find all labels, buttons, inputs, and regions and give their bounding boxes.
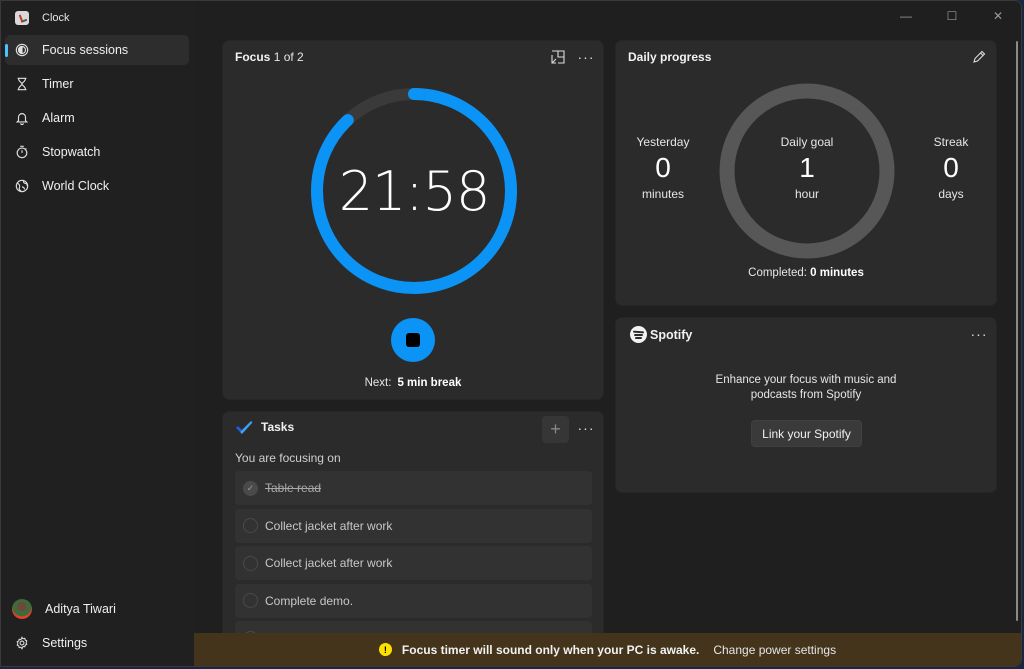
focus-more-button[interactable]: ··· [575, 46, 597, 68]
sidebar-item-label: Stopwatch [42, 145, 101, 159]
tasks-more-button[interactable]: ··· [575, 417, 597, 439]
task-checkbox[interactable] [243, 555, 258, 571]
completed-value: 0 minutes [810, 267, 864, 279]
sidebar-item-label: Alarm [42, 111, 75, 125]
link-spotify-button[interactable]: Link your Spotify [751, 420, 862, 447]
task-item[interactable]: ✓ Table read [235, 471, 592, 505]
compact-overlay-icon [551, 50, 565, 64]
user-name: Aditya Tiwari [45, 602, 116, 616]
task-text: Complete demo. [265, 593, 354, 608]
user-account[interactable]: Aditya Tiwari [5, 594, 189, 624]
stop-icon [406, 333, 420, 347]
daily-progress-title: Daily progress [628, 50, 712, 64]
task-checkbox[interactable] [243, 593, 258, 608]
focusing-on-label: You are focusing on [235, 451, 341, 465]
time-remaining: 21:58 [338, 159, 491, 223]
scrollbar[interactable] [1016, 41, 1018, 621]
focus-title-bold: Focus [235, 50, 271, 64]
sidebar-item-label: Focus sessions [42, 43, 129, 57]
task-item[interactable]: Complete demo. [235, 583, 592, 618]
edit-goal-button[interactable] [968, 46, 990, 68]
main-content: — ☐ ✕ Focus 1 of 2 ··· 21:58 Next: 5 min… [194, 1, 1021, 666]
spotify-more-button[interactable]: ··· [968, 323, 990, 345]
task-text: Table read [265, 481, 322, 495]
change-power-settings-link[interactable]: Change power settings [713, 643, 836, 657]
sidebar-item-settings[interactable]: Settings [5, 628, 189, 658]
banner-message: Focus timer will sound only when your PC… [401, 642, 700, 657]
spotify-message: Enhance your focus with music and podcas… [616, 373, 996, 403]
pencil-icon [973, 50, 986, 63]
task-item[interactable]: Collect jacket after work [235, 546, 592, 580]
task-checked-icon[interactable]: ✓ [243, 480, 258, 496]
window-controls: — ☐ ✕ [883, 1, 1021, 31]
sidebar-item-label: World Clock [42, 179, 110, 193]
sidebar-footer: Aditya Tiwari Settings [5, 594, 189, 662]
focus-title: Focus 1 of 2 [235, 50, 304, 64]
yesterday-value: 0 [655, 152, 671, 183]
next-session-info: Next: 5 min break [223, 377, 603, 389]
focus-timer-card: Focus 1 of 2 ··· 21:58 Next: 5 min break [222, 40, 604, 400]
daily-goal-label: Daily goal [780, 135, 834, 149]
daily-progress-card: Daily progress Yesterday 0 minutes Daily… [615, 40, 997, 306]
sidebar-item-timer[interactable]: Timer [5, 69, 189, 99]
streak-unit: days [938, 187, 964, 201]
hourglass-icon [15, 77, 29, 91]
sidebar-item-label: Timer [42, 77, 74, 91]
tasks-header: Tasks [235, 420, 294, 434]
power-warning-banner: ! Focus timer will sound only when your … [194, 633, 1021, 666]
app-title: Clock [42, 12, 70, 24]
tasks-card: Tasks + ··· You are focusing on ✓ Table r… [222, 411, 604, 666]
streak-stat: Streak 0 days [906, 135, 996, 201]
avatar [12, 599, 32, 619]
streak-value: 0 [943, 152, 959, 183]
clock-window: Clock Focus sessions Timer Alarm Stopwat… [0, 0, 1022, 667]
add-task-button[interactable]: + [542, 416, 569, 443]
spotify-brand: Spotify [630, 326, 692, 343]
sidebar: Clock Focus sessions Timer Alarm Stopwat… [1, 1, 194, 666]
compact-overlay-button[interactable] [547, 46, 569, 68]
sidebar-item-stopwatch[interactable]: Stopwatch [5, 137, 189, 167]
daily-goal-value: 1 [799, 152, 815, 183]
app-title-bar: Clock [15, 10, 70, 26]
task-text: Collect jacket after work [265, 518, 393, 533]
daily-goal-unit: hour [794, 187, 820, 201]
task-list: ✓ Table read Collect jacket after work Coll… [235, 471, 592, 659]
task-checkbox[interactable] [243, 518, 258, 533]
next-value: 5 min break [397, 377, 462, 389]
tasks-title: Tasks [261, 420, 295, 434]
spotify-message-line: Enhance your focus with music and [715, 374, 897, 386]
bell-icon [15, 111, 29, 125]
gear-icon [15, 636, 29, 650]
streak-label: Streak [933, 135, 969, 149]
globe-icon [15, 179, 29, 193]
settings-label: Settings [42, 636, 88, 650]
next-label: Next: [364, 377, 392, 389]
warning-icon: ! [378, 643, 392, 656]
sidebar-item-focus-sessions[interactable]: Focus sessions [5, 35, 189, 65]
sidebar-nav: Focus sessions Timer Alarm Stopwatch Wor… [5, 35, 189, 205]
stopwatch-icon [15, 145, 29, 159]
yesterday-stat: Yesterday 0 minutes [618, 135, 708, 201]
sidebar-item-alarm[interactable]: Alarm [5, 103, 189, 133]
minimize-button[interactable]: — [883, 1, 929, 31]
maximize-button[interactable]: ☐ [929, 1, 975, 31]
completed-summary: Completed: 0 minutes [616, 267, 996, 279]
focus-icon [15, 43, 29, 57]
spotify-message-line: podcasts from Spotify [750, 389, 862, 401]
yesterday-label: Yesterday [636, 135, 690, 149]
spotify-card: Spotify ··· Enhance your focus with musi… [615, 317, 997, 493]
sidebar-item-world-clock[interactable]: World Clock [5, 171, 189, 201]
task-item[interactable]: Collect jacket after work [235, 508, 592, 543]
close-button[interactable]: ✕ [975, 1, 1021, 31]
completed-label: Completed: [748, 267, 807, 279]
clock-app-icon [15, 11, 29, 25]
focus-title-count: 1 of 2 [273, 50, 304, 64]
spotify-logo-icon [630, 326, 647, 343]
spotify-brand-name: Spotify [650, 327, 693, 342]
stop-session-button[interactable] [391, 318, 435, 362]
daily-goal-stat: Daily goal 1 hour [762, 135, 852, 201]
yesterday-unit: minutes [641, 187, 685, 201]
todo-check-icon [236, 421, 253, 434]
task-text: Collect jacket after work [265, 556, 393, 570]
